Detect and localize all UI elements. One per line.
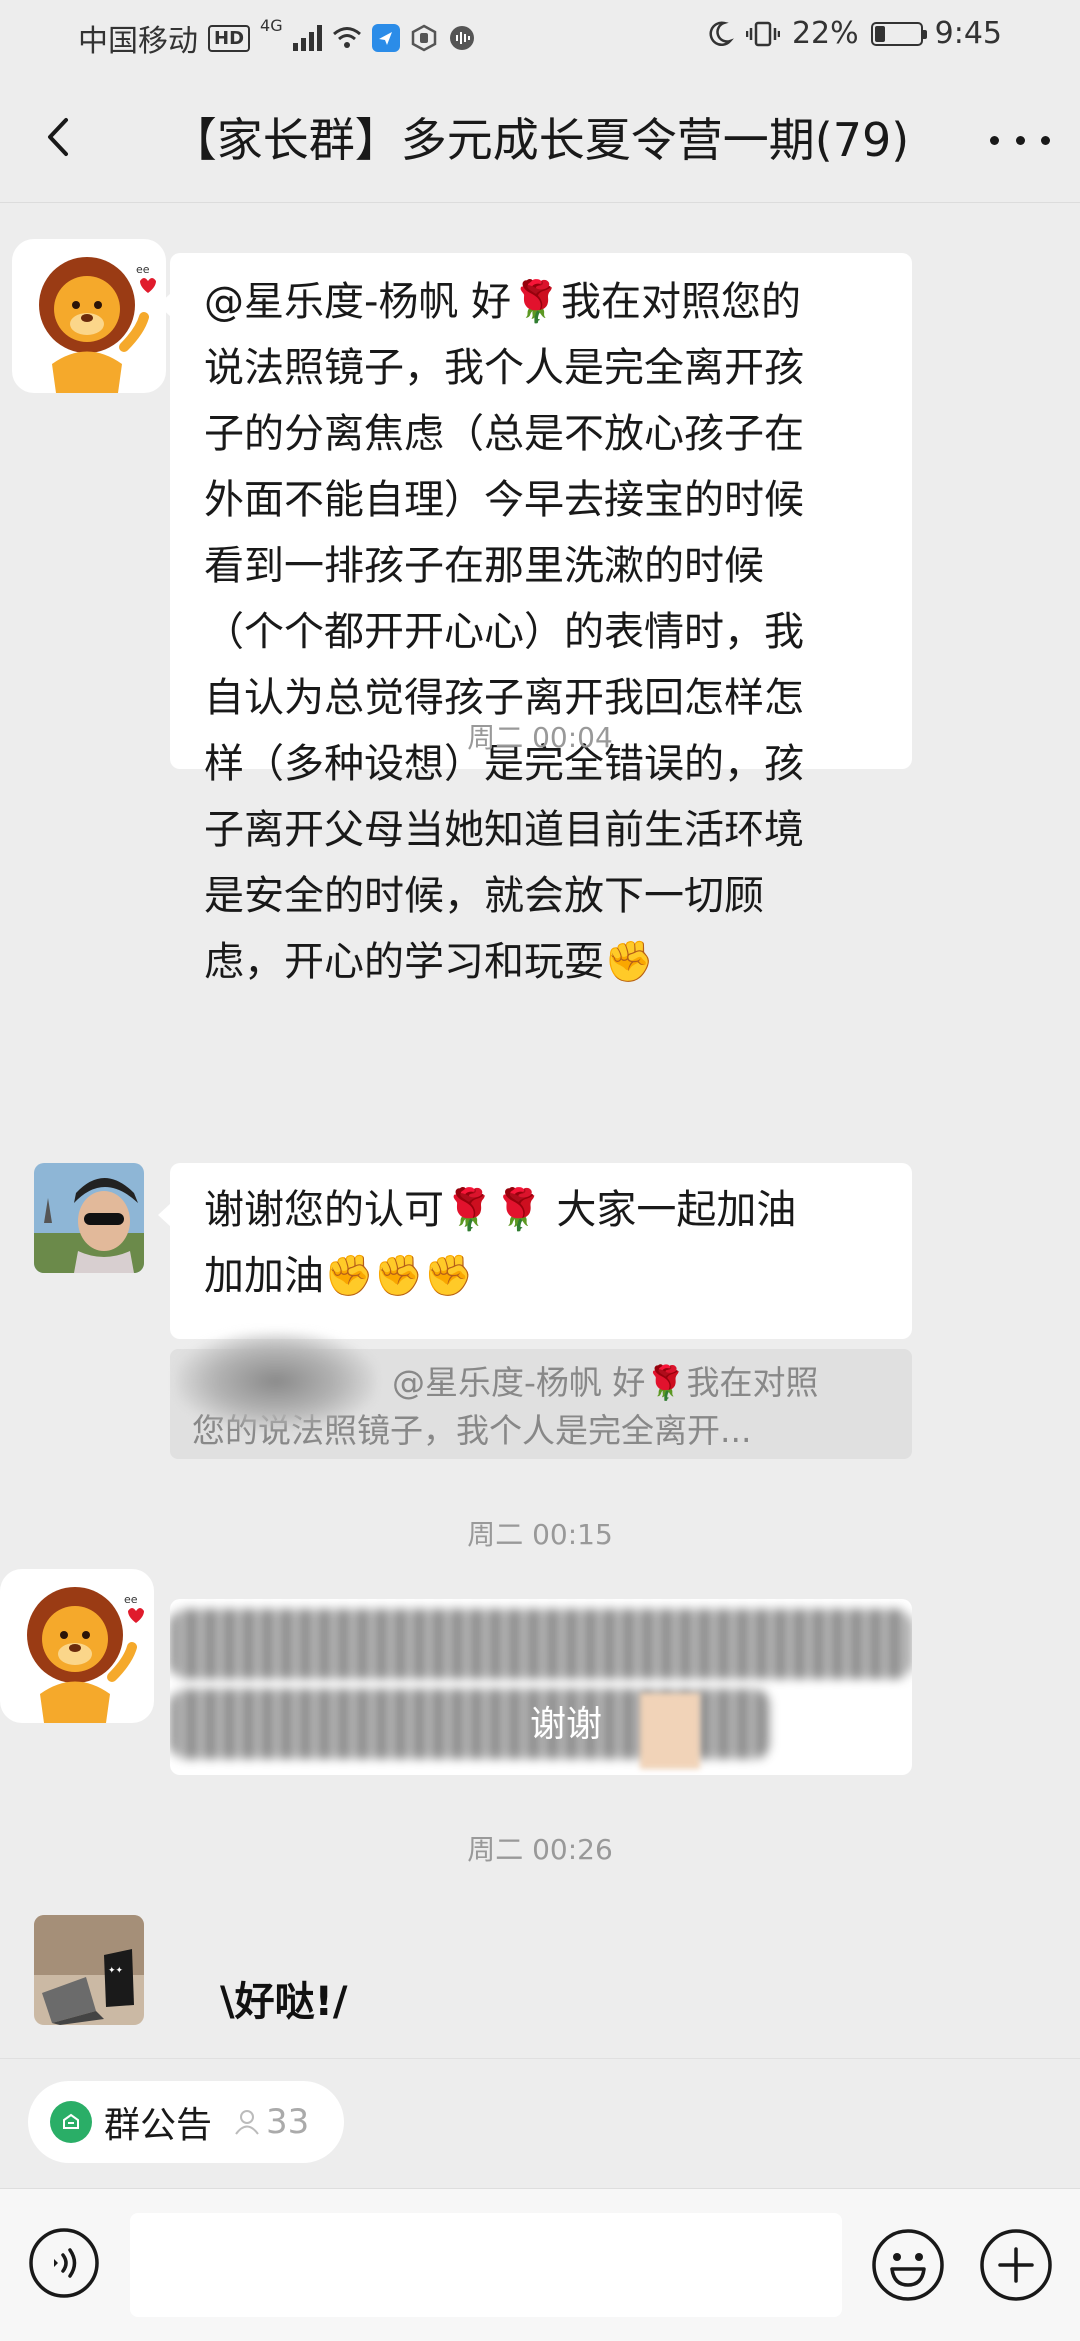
message-bubble[interactable]: 谢谢您的认可🌹🌹 大家一起加油 加加油✊✊✊ bbox=[158, 1163, 912, 1339]
member-count: 33 bbox=[232, 2102, 309, 2142]
redaction-blur bbox=[170, 1609, 912, 1679]
announcement-bar: 群公告 33 bbox=[0, 2058, 1080, 2189]
hd-icon: HD bbox=[208, 24, 251, 52]
back-arrow-icon[interactable] bbox=[36, 112, 86, 162]
battery-fill bbox=[874, 25, 885, 42]
more-options-icon[interactable] bbox=[990, 120, 1050, 160]
battery-percent: 22% bbox=[791, 16, 859, 51]
chat-header: 【家长群】多元成长夏令营一期(79) bbox=[0, 72, 1080, 203]
timestamp: 周二 00:26 bbox=[467, 1833, 613, 1866]
member-count-value: 33 bbox=[266, 2102, 310, 2142]
group-announcement-button[interactable]: 群公告 33 bbox=[28, 2081, 344, 2163]
message-line: 子离开父母当她知道目前生活环境 bbox=[204, 807, 804, 853]
announcement-label: 群公告 bbox=[104, 2105, 213, 2146]
audio-notification-icon bbox=[449, 26, 474, 50]
status-right: 22% 9:45 bbox=[704, 16, 1002, 51]
svg-text:ee: ee bbox=[124, 1593, 138, 1606]
message-line: 看到一排孩子在那里洗漱的时候 bbox=[204, 543, 764, 589]
voice-input-icon[interactable] bbox=[28, 2227, 100, 2299]
clock: 9:45 bbox=[934, 16, 1002, 51]
chat-title: 【家长群】多元成长夏令营一期(79) bbox=[170, 113, 910, 167]
status-bar: 中国移动 HD 4G 22% 9:45 bbox=[0, 0, 1080, 72]
add-attachment-icon[interactable] bbox=[978, 2227, 1054, 2303]
vibrate-icon bbox=[745, 21, 780, 46]
svg-text:✦✦: ✦✦ bbox=[108, 1966, 124, 1976]
announcement-icon bbox=[50, 2101, 92, 2143]
battery-icon bbox=[870, 21, 927, 46]
message-line: 谢谢您的认可🌹🌹 大家一起加油 bbox=[204, 1187, 797, 1233]
message-bubble[interactable]: @星乐度-杨帆 好🌹我在对照您的 说法照镜子，我个人是完全离开孩 子的分离焦虑（… bbox=[158, 253, 912, 985]
person-icon bbox=[235, 2110, 259, 2135]
hand-notification-icon bbox=[411, 24, 436, 52]
message-line: @星乐度-杨帆 好🌹我在对照您的 bbox=[204, 279, 801, 325]
sticker-message[interactable]: \好哒!/ bbox=[220, 1969, 347, 2027]
timestamp: 周二 00:15 bbox=[467, 1518, 613, 1551]
status-left: 中国移动 HD 4G bbox=[78, 16, 476, 60]
message-line: （个个都开开心心）的表情时，我 bbox=[204, 609, 804, 655]
redaction-blur bbox=[176, 1331, 376, 1431]
wifi-icon bbox=[332, 27, 361, 48]
input-bar bbox=[0, 2188, 1080, 2341]
network-type: 4G bbox=[260, 16, 283, 35]
svg-text:ee: ee bbox=[136, 263, 150, 276]
redaction-blur bbox=[640, 1693, 700, 1769]
message-line: 子的分离焦虑（总是不放心孩子在 bbox=[204, 411, 804, 457]
message-line: 说法照镜子，我个人是完全离开孩 bbox=[204, 345, 804, 391]
message-line: 虑，开心的学习和玩耍✊ bbox=[204, 939, 654, 985]
moon-icon bbox=[709, 21, 734, 46]
emoji-icon[interactable] bbox=[870, 2227, 946, 2303]
redacted-message-bubble[interactable]: 谢谢 bbox=[170, 1599, 912, 1775]
lion-avatar[interactable]: ee bbox=[0, 1569, 154, 1723]
lion-avatar[interactable]: ee bbox=[12, 239, 166, 393]
message-line: 外面不能自理）今早去接宝的时候 bbox=[204, 477, 804, 523]
app-notification-icon bbox=[371, 24, 400, 52]
photo-avatar-laptop[interactable]: ✦✦ bbox=[34, 1915, 144, 2025]
message-line: 是安全的时候，就会放下一切顾 bbox=[204, 873, 764, 919]
message-list[interactable]: ee @星乐度-杨帆 好🌹我在对照您的 说法照镜子，我个人是完全离开孩 子的分离… bbox=[0, 203, 1080, 2058]
message-fragment: 谢谢 bbox=[530, 1704, 603, 1745]
message-input[interactable] bbox=[130, 2213, 842, 2317]
photo-avatar-woman[interactable] bbox=[34, 1163, 144, 1273]
message-line: 加加油✊✊✊ bbox=[204, 1253, 474, 1299]
timestamp: 周二 00:04 bbox=[467, 721, 613, 754]
carrier-name: 中国移动 bbox=[78, 24, 198, 59]
signal-icon bbox=[292, 25, 322, 51]
